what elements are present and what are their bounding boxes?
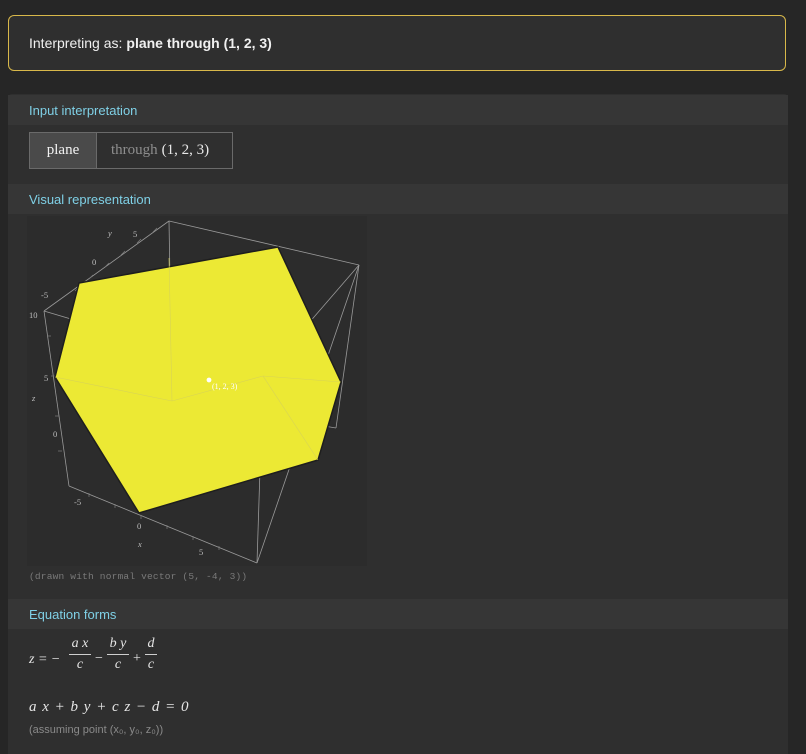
- plot-caption: (drawn with normal vector (5, -4, 3)): [29, 571, 248, 582]
- eq1-op1: −: [95, 651, 103, 666]
- z-axis-label: z: [31, 393, 36, 403]
- eq1-f2-denominator: c: [114, 657, 122, 672]
- eq1-f2-numerator: b y: [109, 636, 127, 651]
- eq1-f1-bar: [69, 654, 91, 655]
- eq1-fraction-by: b y c: [107, 636, 129, 673]
- y-tick-neg5: -5: [41, 290, 48, 300]
- eq1-fraction-d: d c: [145, 636, 157, 673]
- z-tick-5: 5: [44, 373, 48, 383]
- pod-title-input-interpretation: Input interpretation: [8, 95, 788, 125]
- pod-title-equation-forms: Equation forms: [8, 599, 788, 629]
- x-tick-5: 5: [199, 547, 203, 557]
- eq1-f3-denominator: c: [147, 657, 155, 672]
- z-tick-10: 10: [29, 310, 38, 320]
- x-tick-neg5: -5: [74, 497, 81, 507]
- equation-general-form: a x + b y + c z − d = 0: [29, 699, 190, 715]
- x-tick-0: 0: [137, 521, 141, 531]
- input-token-through-word: through: [111, 142, 158, 158]
- input-token-through: through (1, 2, 3): [97, 133, 232, 168]
- equation-assumption-note: (assuming point (x₀, y₀, z₀)): [29, 724, 164, 736]
- z-tick-0: 0: [53, 429, 57, 439]
- input-token-plane: plane: [30, 133, 97, 168]
- equation-explicit-z: z = − a x c − b y c + d c: [29, 636, 229, 686]
- y-tick-0: 0: [92, 257, 96, 267]
- eq1-op2: +: [133, 651, 141, 666]
- pod-title-visual-representation: Visual representation: [8, 184, 788, 214]
- point-marker[interactable]: [206, 377, 212, 383]
- y-tick-5: 5: [133, 229, 137, 239]
- eq1-f3-bar: [145, 654, 157, 655]
- eq1-f1-denominator: c: [76, 657, 84, 672]
- plane-surface: [54, 246, 342, 514]
- plot-svg: (1, 2, 3) y 5 0 -5 10 5 z 0 -5 0 x 5: [29, 220, 360, 564]
- y-axis-label: y: [107, 228, 112, 238]
- input-token-point: (1, 2, 3): [161, 142, 210, 158]
- interpretation-prefix: Interpreting as:: [29, 35, 123, 51]
- eq1-lhs: z = −: [29, 652, 61, 667]
- interpretation-banner: Interpreting as: plane through (1, 2, 3): [8, 15, 786, 71]
- eq1-fraction-ax: a x c: [69, 636, 91, 673]
- eq1-f1-numerator: a x: [71, 636, 89, 651]
- input-interpretation-box: plane through (1, 2, 3): [29, 132, 233, 169]
- plane-3d-plot[interactable]: (1, 2, 3) y 5 0 -5 10 5 z 0 -5 0 x 5: [27, 216, 367, 566]
- eq1-f3-numerator: d: [147, 636, 155, 651]
- point-label: (1, 2, 3): [212, 382, 238, 391]
- x-axis-label: x: [137, 539, 142, 549]
- interpretation-value: plane through (1, 2, 3): [126, 35, 272, 51]
- eq1-f2-bar: [107, 654, 129, 655]
